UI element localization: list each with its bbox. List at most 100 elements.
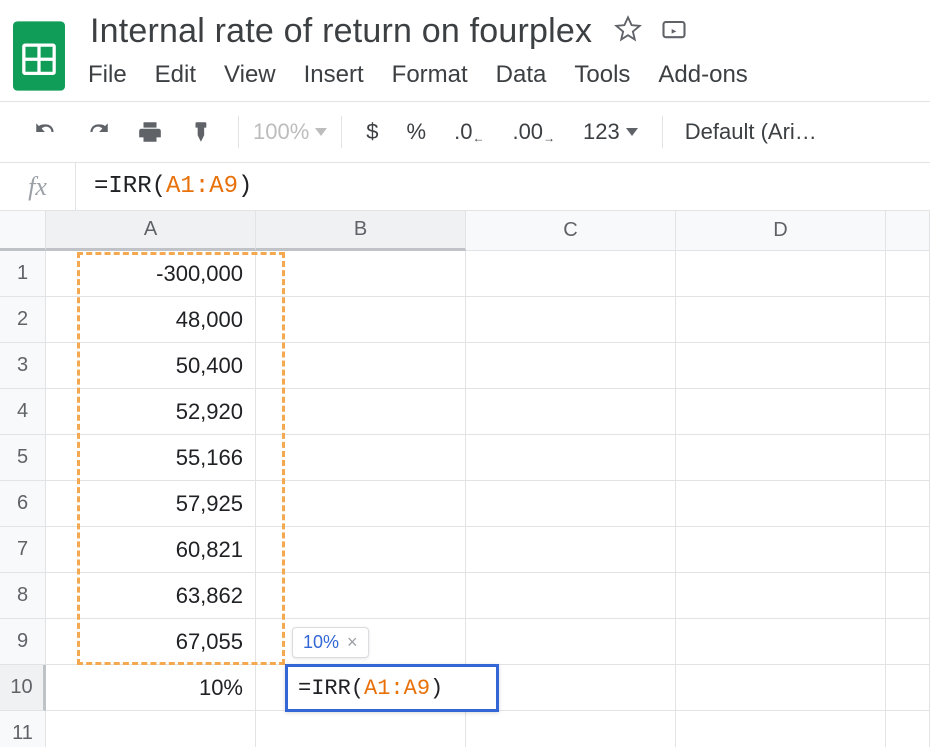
- cell[interactable]: 48,000: [46, 297, 256, 343]
- paint-format-button[interactable]: [180, 112, 224, 152]
- cell[interactable]: [676, 389, 886, 435]
- cell[interactable]: [676, 297, 886, 343]
- format-currency-button[interactable]: $: [356, 112, 388, 152]
- cell[interactable]: -300,000: [46, 251, 256, 297]
- row-header[interactable]: 6: [0, 481, 46, 527]
- cell[interactable]: [256, 481, 466, 527]
- cell[interactable]: [466, 435, 676, 481]
- cell[interactable]: 60,821: [46, 527, 256, 573]
- row-header[interactable]: 10: [0, 665, 46, 711]
- cell[interactable]: [676, 573, 886, 619]
- cell[interactable]: [466, 251, 676, 297]
- print-button[interactable]: [128, 112, 172, 152]
- undo-button[interactable]: [24, 112, 68, 152]
- cell[interactable]: [886, 665, 930, 711]
- cell[interactable]: [886, 527, 930, 573]
- row-header[interactable]: 5: [0, 435, 46, 481]
- cell[interactable]: [676, 711, 886, 747]
- active-cell-editor[interactable]: =IRR(A1:A9): [285, 664, 499, 712]
- cell[interactable]: [676, 481, 886, 527]
- menu-data[interactable]: Data: [496, 61, 547, 89]
- cell[interactable]: [46, 711, 256, 747]
- formula-input[interactable]: =IRR(A1:A9): [76, 173, 252, 200]
- cell[interactable]: [886, 251, 930, 297]
- cell[interactable]: [886, 481, 930, 527]
- caret-down-icon: [315, 128, 327, 136]
- cell[interactable]: 63,862: [46, 573, 256, 619]
- cell[interactable]: [256, 711, 466, 747]
- column-header-c[interactable]: C: [466, 211, 676, 251]
- cell[interactable]: 55,166: [46, 435, 256, 481]
- column-header-d[interactable]: D: [676, 211, 886, 251]
- row-header[interactable]: 1: [0, 251, 46, 297]
- cell[interactable]: [466, 527, 676, 573]
- cell[interactable]: [676, 527, 886, 573]
- cell[interactable]: [256, 435, 466, 481]
- cell[interactable]: [256, 573, 466, 619]
- decrease-decimal-button[interactable]: .0←: [444, 112, 494, 152]
- cell[interactable]: [676, 665, 886, 711]
- cell[interactable]: [256, 527, 466, 573]
- preview-value: 10%: [303, 632, 339, 653]
- increase-decimal-button[interactable]: .00→: [502, 112, 565, 152]
- menu-file[interactable]: File: [88, 61, 127, 89]
- redo-button[interactable]: [76, 112, 120, 152]
- column-header-a[interactable]: A: [46, 211, 256, 251]
- row-header[interactable]: 8: [0, 573, 46, 619]
- menu-format[interactable]: Format: [392, 61, 468, 89]
- cell[interactable]: 52,920: [46, 389, 256, 435]
- cell[interactable]: [466, 343, 676, 389]
- zoom-dropdown[interactable]: 100%: [253, 119, 327, 145]
- cell[interactable]: [466, 389, 676, 435]
- cell[interactable]: 67,055: [46, 619, 256, 665]
- cell[interactable]: [886, 573, 930, 619]
- zoom-value: 100%: [253, 119, 309, 145]
- select-all-corner[interactable]: [0, 211, 46, 251]
- row-header[interactable]: 11: [0, 711, 46, 747]
- cell[interactable]: 50,400: [46, 343, 256, 389]
- cell[interactable]: 10%: [46, 665, 256, 711]
- close-icon[interactable]: ×: [347, 632, 358, 653]
- row-header[interactable]: 9: [0, 619, 46, 665]
- menu-insert[interactable]: Insert: [304, 61, 364, 89]
- cell[interactable]: [886, 297, 930, 343]
- cell[interactable]: [466, 619, 676, 665]
- menu-addons[interactable]: Add-ons: [658, 61, 747, 89]
- menu-edit[interactable]: Edit: [155, 61, 196, 89]
- cell[interactable]: 57,925: [46, 481, 256, 527]
- cell[interactable]: [466, 711, 676, 747]
- cell[interactable]: [886, 619, 930, 665]
- move-to-folder-icon[interactable]: [660, 15, 688, 48]
- cell[interactable]: [886, 389, 930, 435]
- cell[interactable]: [466, 297, 676, 343]
- row-header[interactable]: 4: [0, 389, 46, 435]
- font-family-dropdown[interactable]: Default (Ari…: [677, 119, 825, 145]
- row-header[interactable]: 3: [0, 343, 46, 389]
- cell[interactable]: [466, 481, 676, 527]
- row-header[interactable]: 2: [0, 297, 46, 343]
- more-formats-dropdown[interactable]: 123: [573, 112, 648, 152]
- cell[interactable]: [466, 573, 676, 619]
- cell[interactable]: [256, 343, 466, 389]
- app-header: Internal rate of return on fourplex File…: [0, 0, 930, 101]
- cell[interactable]: [886, 435, 930, 481]
- column-header-more: [886, 211, 930, 251]
- cell[interactable]: [676, 435, 886, 481]
- cell[interactable]: [676, 619, 886, 665]
- column-header-b[interactable]: B: [256, 211, 466, 251]
- cell[interactable]: [886, 711, 930, 747]
- menu-tools[interactable]: Tools: [574, 61, 630, 89]
- cell[interactable]: [886, 343, 930, 389]
- star-icon[interactable]: [614, 15, 642, 48]
- menu-view[interactable]: View: [224, 61, 276, 89]
- cell[interactable]: [256, 389, 466, 435]
- document-title[interactable]: Internal rate of return on fourplex: [86, 10, 596, 53]
- row-header[interactable]: 7: [0, 527, 46, 573]
- format-percent-button[interactable]: %: [397, 112, 437, 152]
- cell[interactable]: [676, 251, 886, 297]
- cell[interactable]: [256, 297, 466, 343]
- cell[interactable]: [256, 251, 466, 297]
- fx-label: fx: [0, 163, 76, 210]
- toolbar: 100% $ % .0← .00→ 123 Default (Ari…: [0, 102, 930, 162]
- cell[interactable]: [676, 343, 886, 389]
